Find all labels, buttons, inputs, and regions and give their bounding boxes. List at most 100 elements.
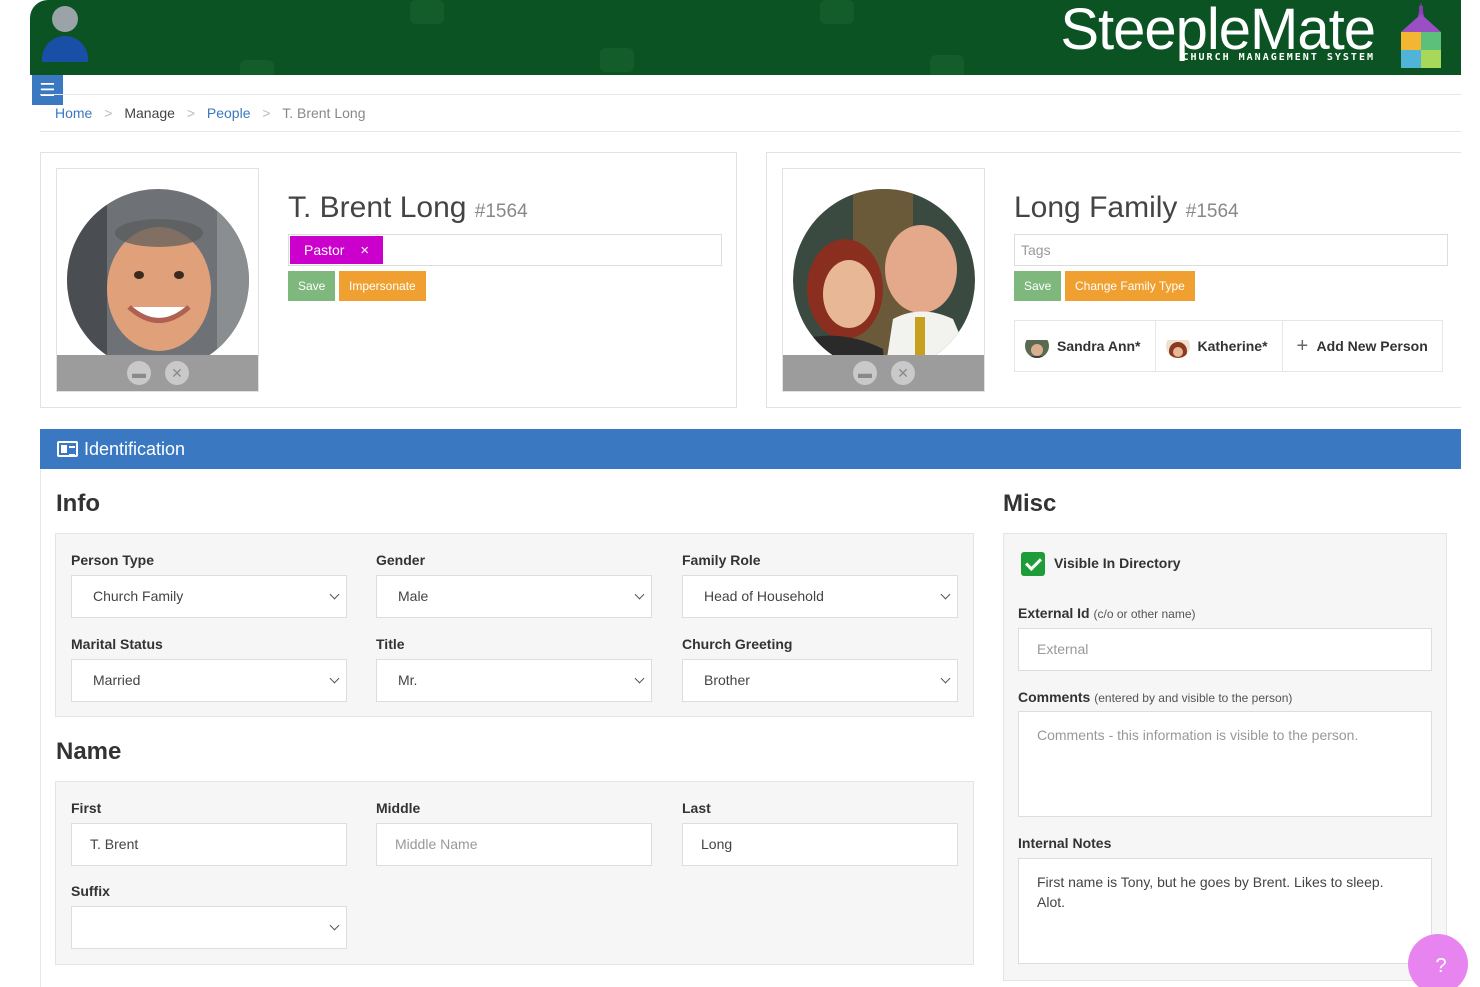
- photo-actions-bar: ▬ ✕: [783, 355, 984, 391]
- chevron-down-icon: [634, 589, 645, 600]
- chevron-down-icon: [940, 673, 951, 684]
- title-label: Title: [376, 636, 405, 652]
- breadcrumb-separator: >: [186, 105, 195, 121]
- person-tags-input[interactable]: Pastor ×: [288, 234, 722, 266]
- family-members-list: Sandra Ann* Katherine* + Add New Person: [1014, 320, 1443, 372]
- tag-chip-pastor: Pastor ×: [290, 236, 384, 264]
- external-id-input[interactable]: External: [1018, 628, 1432, 671]
- breadcrumb-people-link[interactable]: People: [207, 105, 251, 121]
- change-family-type-button[interactable]: Change Family Type: [1065, 271, 1195, 301]
- identification-panel-header: Identification: [40, 429, 1461, 469]
- person-type-select[interactable]: Church Family: [71, 575, 347, 618]
- first-name-input[interactable]: T. Brent: [71, 823, 347, 866]
- family-photo[interactable]: [793, 189, 975, 371]
- family-number: #1564: [1185, 201, 1239, 222]
- plus-icon: +: [1296, 335, 1309, 357]
- chevron-down-icon: [329, 589, 340, 600]
- photo-actions-bar: ▬ ✕: [57, 355, 258, 391]
- person-title: T. Brent Long #1564: [288, 191, 528, 225]
- person-name: T. Brent Long: [288, 191, 467, 224]
- person-photo[interactable]: [67, 189, 249, 371]
- breadcrumb-separator: >: [262, 105, 271, 121]
- church-greeting-value: Brother: [704, 672, 750, 688]
- comments-textarea[interactable]: Comments - this information is visible t…: [1018, 711, 1432, 817]
- family-tags-input[interactable]: Tags: [1014, 234, 1448, 266]
- add-new-person-label: Add New Person: [1316, 338, 1428, 354]
- internal-notes-label: Internal Notes: [1018, 835, 1112, 851]
- suffix-select[interactable]: [71, 906, 347, 949]
- family-name: Long Family: [1014, 191, 1178, 224]
- suffix-label: Suffix: [71, 883, 110, 899]
- tags-placeholder: Tags: [1021, 242, 1051, 258]
- marital-status-label: Marital Status: [71, 636, 163, 652]
- comments-label: Comments (entered by and visible to the …: [1018, 689, 1292, 705]
- external-id-hint: (c/o or other name): [1093, 607, 1196, 621]
- brand-tagline: CHURCH MANAGEMENT SYSTEM: [1182, 52, 1375, 63]
- misc-heading: Misc: [1003, 490, 1057, 517]
- breadcrumb-home-link[interactable]: Home: [55, 105, 92, 121]
- visible-in-directory-checkbox[interactable]: [1021, 552, 1045, 576]
- remove-photo-close-icon[interactable]: ✕: [891, 361, 915, 385]
- middle-name-label: Middle: [376, 800, 421, 816]
- family-title: Long Family #1564: [1014, 191, 1239, 225]
- tag-label: Pastor: [304, 242, 345, 258]
- app-header: SteepleMate CHURCH MANAGEMENT SYSTEM: [30, 0, 1461, 75]
- title-select[interactable]: Mr.: [376, 659, 652, 702]
- breadcrumb-separator: >: [104, 105, 113, 121]
- remove-photo-close-icon[interactable]: ✕: [165, 361, 189, 385]
- info-heading: Info: [56, 490, 100, 517]
- last-name-label: Last: [682, 800, 711, 816]
- background-puzzle-decoration: [820, 0, 854, 24]
- person-type-label: Person Type: [71, 552, 154, 568]
- person-type-value: Church Family: [93, 588, 184, 604]
- first-name-label: First: [71, 800, 102, 816]
- background-puzzle-decoration: [930, 55, 964, 75]
- family-photo-box: ▬ ✕: [782, 168, 985, 392]
- family-member-katherine[interactable]: Katherine*: [1156, 321, 1283, 371]
- add-new-person-button[interactable]: + Add New Person: [1283, 321, 1442, 371]
- internal-notes-textarea[interactable]: First name is Tony, but he goes by Brent…: [1018, 858, 1432, 964]
- save-family-button[interactable]: Save: [1014, 271, 1062, 301]
- church-greeting-select[interactable]: Brother: [682, 659, 958, 702]
- member-name: Katherine*: [1197, 338, 1268, 354]
- chevron-down-icon: [329, 920, 340, 931]
- external-id-label: External Id (c/o or other name): [1018, 605, 1196, 621]
- gender-value: Male: [398, 588, 429, 604]
- family-role-value: Head of Household: [704, 588, 824, 604]
- breadcrumb-current: T. Brent Long: [282, 105, 366, 121]
- breadcrumb: Home > Manage > People > T. Brent Long: [40, 94, 1461, 132]
- person-photo-box: ▬ ✕: [56, 168, 259, 392]
- church-greeting-label: Church Greeting: [682, 636, 793, 652]
- upload-photo-folder-icon[interactable]: ▬: [853, 361, 877, 385]
- chevron-down-icon: [940, 589, 951, 600]
- user-avatar-icon[interactable]: [40, 6, 88, 62]
- identification-title: Identification: [84, 439, 186, 459]
- person-number: #1564: [474, 201, 528, 222]
- family-card: ▬ ✕ Long Family #1564 Tags Save Change F…: [766, 152, 1461, 408]
- family-role-select[interactable]: Head of Household: [682, 575, 958, 618]
- gender-label: Gender: [376, 552, 426, 568]
- family-member-sandra[interactable]: Sandra Ann*: [1015, 321, 1156, 371]
- visible-in-directory-label: Visible In Directory: [1054, 555, 1181, 571]
- remove-tag-close-icon[interactable]: ×: [360, 242, 369, 259]
- gender-select[interactable]: Male: [376, 575, 652, 618]
- impersonate-button[interactable]: Impersonate: [339, 271, 426, 301]
- member-avatar: [1025, 334, 1049, 358]
- save-person-button[interactable]: Save: [288, 271, 336, 301]
- family-role-label: Family Role: [682, 552, 761, 568]
- panel-border: [40, 469, 41, 987]
- name-heading: Name: [56, 738, 122, 765]
- member-avatar: [1165, 334, 1190, 358]
- title-value: Mr.: [398, 672, 418, 688]
- help-button[interactable]: ?: [1408, 934, 1468, 987]
- last-name-input[interactable]: Long: [682, 823, 958, 866]
- steeple-logo-icon: [1401, 2, 1441, 68]
- member-name: Sandra Ann*: [1057, 338, 1141, 354]
- chevron-down-icon: [329, 673, 340, 684]
- background-puzzle-decoration: [600, 48, 634, 72]
- comments-hint: (entered by and visible to the person): [1094, 691, 1293, 705]
- upload-photo-folder-icon[interactable]: ▬: [127, 361, 151, 385]
- middle-name-input[interactable]: Middle Name: [376, 823, 652, 866]
- person-card: ▬ ✕ T. Brent Long #1564 Pastor × Save Im…: [40, 152, 737, 408]
- marital-status-select[interactable]: Married: [71, 659, 347, 702]
